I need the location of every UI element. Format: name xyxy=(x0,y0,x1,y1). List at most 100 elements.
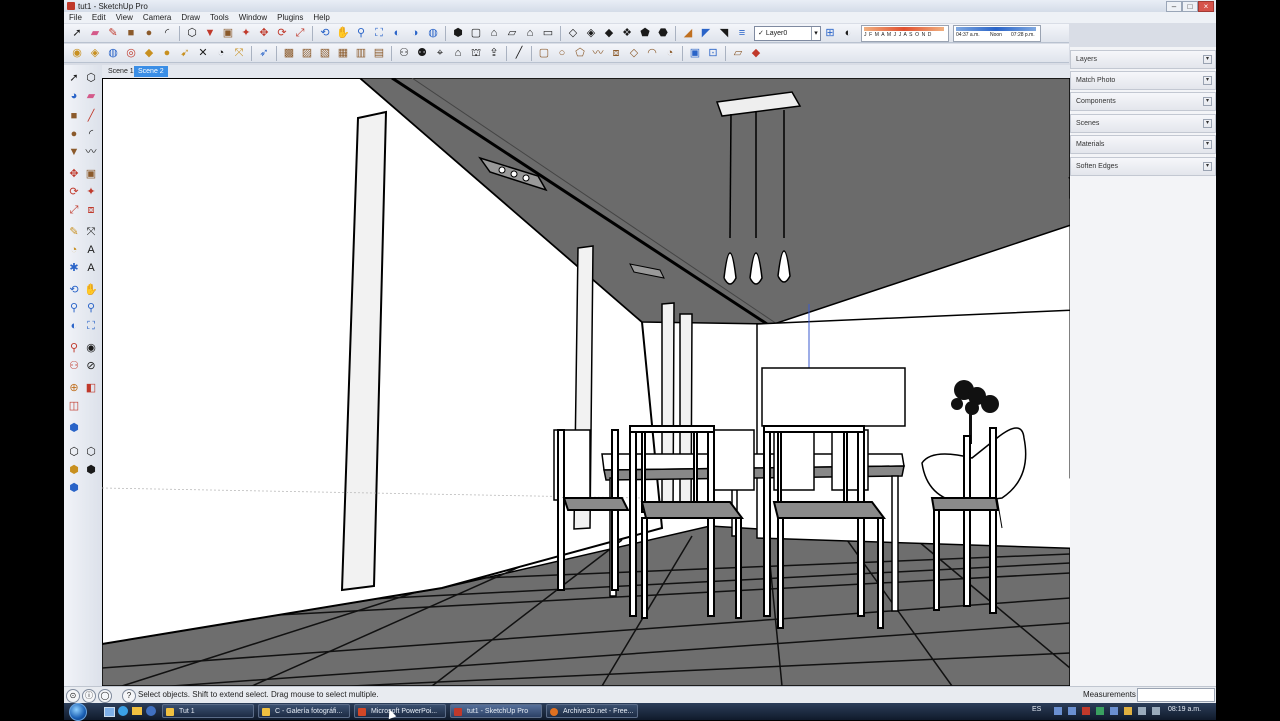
position-camera-icon[interactable]: ⌖ xyxy=(433,46,448,61)
draw-circle-icon[interactable]: ○ xyxy=(555,46,570,61)
select-icon[interactable]: ➚ xyxy=(66,70,82,86)
shadow-time-slider[interactable]: 04:37 a.m. Noon 07:28 p.m. xyxy=(953,24,1041,42)
task-sketchup[interactable]: tut1 - SketchUp Pro xyxy=(450,704,542,718)
menu-help[interactable]: Help xyxy=(308,13,334,22)
task-galeria[interactable]: C - Galería fotográfi... xyxy=(258,704,350,718)
paint-bucket-icon[interactable]: ▼ xyxy=(203,26,218,41)
xray-icon[interactable]: ◇ xyxy=(566,26,581,41)
tray-icon-4[interactable] xyxy=(1096,707,1104,715)
pan-icon[interactable]: ✋ xyxy=(83,282,99,298)
walk-icon[interactable]: ⚇ xyxy=(397,46,412,61)
offset-icon[interactable]: ⧈ xyxy=(83,202,99,218)
warehouse-icon[interactable]: ⛫ xyxy=(469,46,484,61)
zoom-extents-icon[interactable]: ⛶ xyxy=(83,318,99,334)
section-plane-icon[interactable]: ◢ xyxy=(681,26,696,41)
shaded-icon[interactable]: ⬢ xyxy=(66,462,82,478)
zoom-icon[interactable]: ⚲ xyxy=(66,300,82,316)
3d-text-icon[interactable]: ◆ xyxy=(749,46,764,61)
start-button[interactable] xyxy=(69,703,87,721)
rotated-rectangle-icon[interactable]: ◇ xyxy=(627,46,642,61)
iso-view-icon[interactable]: ⬢ xyxy=(451,26,466,41)
make-component-icon[interactable]: ⬡ xyxy=(185,26,200,41)
outliner-icon[interactable]: ⊡ xyxy=(706,46,721,61)
layer-manager-icon[interactable]: ⊞ xyxy=(823,26,838,41)
tray-icon-3[interactable] xyxy=(1082,707,1090,715)
solid-trim-icon[interactable]: ▦ xyxy=(336,46,351,61)
minimize-button[interactable]: – xyxy=(1166,1,1182,12)
shadows-toggle-icon[interactable]: ◐ xyxy=(841,26,856,41)
wireframe-icon[interactable]: ⬡ xyxy=(83,444,99,460)
shaded-icon[interactable]: ❖ xyxy=(620,26,635,41)
language-indicator[interactable]: ES xyxy=(1032,706,1041,713)
arc-icon[interactable]: ◜ xyxy=(83,126,99,142)
task-tut1-folder[interactable]: Tut 1 xyxy=(162,704,254,718)
3d-text-icon[interactable]: A xyxy=(83,260,99,276)
menu-draw[interactable]: Draw xyxy=(176,13,205,22)
add-detail-icon[interactable]: ● xyxy=(160,46,175,61)
tray-icon-1[interactable] xyxy=(1054,707,1062,715)
ie-icon[interactable] xyxy=(118,706,128,716)
component-options-icon[interactable]: ▣ xyxy=(688,46,703,61)
back-view-icon[interactable]: ⌂ xyxy=(523,26,538,41)
orbit-icon[interactable]: ⟲ xyxy=(318,26,333,41)
menu-view[interactable]: View xyxy=(111,13,138,22)
model-viewport[interactable] xyxy=(102,78,1070,686)
section-display-icon[interactable]: ◤ xyxy=(699,26,714,41)
tray-icon-2[interactable] xyxy=(1068,707,1076,715)
geo-location-icon[interactable]: ⊙ xyxy=(66,689,80,703)
menu-plugins[interactable]: Plugins xyxy=(272,13,308,22)
rotate-icon[interactable]: ⟳ xyxy=(275,26,290,41)
media-icon[interactable] xyxy=(146,706,156,716)
monochrome-icon[interactable]: ⬣ xyxy=(656,26,671,41)
circle-icon[interactable]: ● xyxy=(142,26,157,41)
orbit-icon[interactable]: ⟲ xyxy=(66,282,82,298)
sandbox-from-scratch-icon[interactable]: ◈ xyxy=(88,46,103,61)
task-powerpoint[interactable]: Microsoft PowerPoi... xyxy=(354,704,446,718)
clock[interactable]: 08:19 a.m. xyxy=(1168,706,1201,713)
panel-materials[interactable]: Materials ▾ xyxy=(1070,135,1216,154)
tape-measure-icon[interactable]: ✎ xyxy=(66,224,82,240)
offset-icon[interactable]: ⧈ xyxy=(609,46,624,61)
rectangle-icon[interactable]: ■ xyxy=(124,26,139,41)
freehand-icon[interactable]: 〰 xyxy=(591,46,606,61)
wireframe-icon[interactable]: ◈ xyxy=(584,26,599,41)
credits-icon[interactable]: ⓘ xyxy=(82,689,96,703)
pie-icon[interactable]: ◔ xyxy=(663,46,678,61)
previous-view-icon[interactable]: ◐ xyxy=(390,26,405,41)
freehand-icon[interactable]: 〰 xyxy=(83,144,99,160)
look-around-icon[interactable]: ◉ xyxy=(83,340,99,356)
get-models-icon[interactable]: ⬢ xyxy=(66,420,82,436)
text-icon[interactable]: ▱ xyxy=(731,46,746,61)
top-view-icon[interactable]: ▢ xyxy=(469,26,484,41)
circle-icon[interactable]: ● xyxy=(66,126,82,142)
polygon-icon[interactable]: ⬠ xyxy=(573,46,588,61)
help-icon[interactable]: ? xyxy=(122,689,136,703)
show-desktop-icon[interactable] xyxy=(104,707,115,717)
panel-layers[interactable]: Layers ▾ xyxy=(1070,50,1216,69)
drape-icon[interactable]: ◫ xyxy=(66,398,82,414)
rotate-icon[interactable]: ⟳ xyxy=(66,184,82,200)
follow-me-icon[interactable]: ✦ xyxy=(83,184,99,200)
tab-scene-2[interactable]: Scene 2 xyxy=(134,66,168,77)
sandbox-from-contours-icon[interactable]: ◉ xyxy=(70,46,85,61)
move-icon[interactable]: ✥ xyxy=(257,26,272,41)
push-pull-icon[interactable]: ▣ xyxy=(221,26,236,41)
get-models-icon[interactable]: ◍ xyxy=(426,26,441,41)
select-icon[interactable]: ➚ xyxy=(70,26,85,41)
zoom-window-icon[interactable]: ⚲ xyxy=(83,300,99,316)
text-icon[interactable]: A xyxy=(83,242,99,258)
drape-icon[interactable]: ◆ xyxy=(142,46,157,61)
stamp-icon[interactable]: ◧ xyxy=(83,380,99,396)
look-around-icon[interactable]: ⚉ xyxy=(415,46,430,61)
task-archive3d[interactable]: Archive3D.net - Free... xyxy=(546,704,638,718)
eraser-icon[interactable]: ▰ xyxy=(88,26,103,41)
tray-icon-6[interactable] xyxy=(1124,707,1132,715)
panel-scenes[interactable]: Scenes ▾ xyxy=(1070,114,1216,133)
expand-icon[interactable]: ▾ xyxy=(1203,76,1212,85)
previous-view-icon[interactable]: ◐ xyxy=(66,318,82,334)
shaded-textures-icon[interactable]: ⬢ xyxy=(83,462,99,478)
maximize-button[interactable]: □ xyxy=(1182,1,1198,12)
protractor-icon[interactable]: ◔ xyxy=(66,242,82,258)
menu-file[interactable]: File xyxy=(64,13,87,22)
pan-icon[interactable]: ✋ xyxy=(336,26,351,41)
